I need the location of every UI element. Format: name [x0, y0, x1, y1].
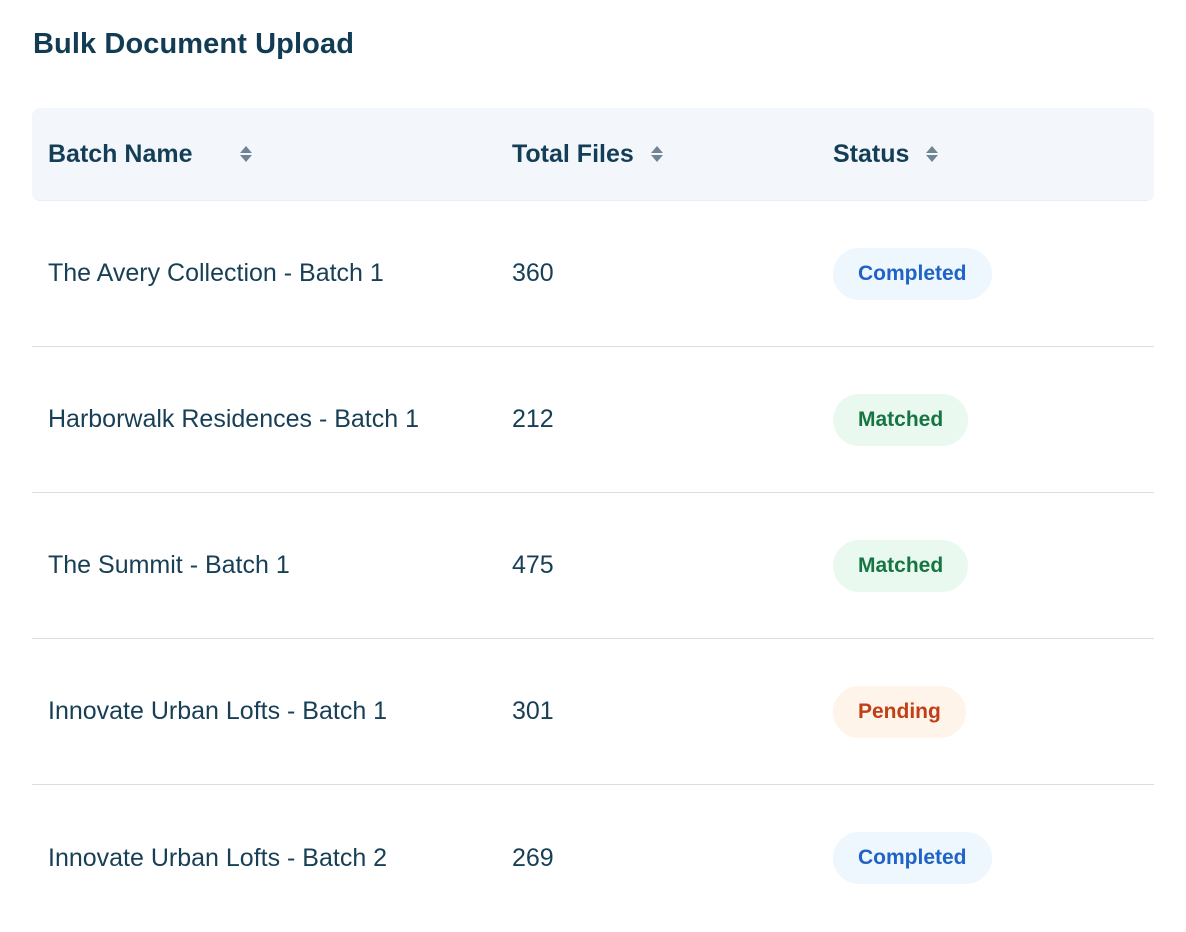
column-header-label: Status [833, 139, 910, 168]
batch-table: Batch Name Total Files Status The Avery … [32, 108, 1154, 931]
table-row[interactable]: The Summit - Batch 1 475 Matched [32, 493, 1154, 639]
table-row[interactable]: Innovate Urban Lofts - Batch 2 269 Compl… [32, 785, 1154, 931]
table-row[interactable]: The Avery Collection - Batch 1 360 Compl… [32, 201, 1154, 347]
column-header-batch-name[interactable]: Batch Name [32, 140, 512, 169]
sort-icon[interactable] [926, 144, 939, 164]
batch-name-cell: Innovate Urban Lofts - Batch 2 [48, 843, 388, 872]
column-header-label: Batch Name [48, 139, 193, 168]
sort-icon[interactable] [650, 144, 663, 164]
sort-icon[interactable] [239, 144, 252, 164]
batch-name-cell: Innovate Urban Lofts - Batch 1 [48, 697, 388, 725]
status-badge: Completed [833, 247, 992, 300]
status-cell: Matched [833, 393, 1154, 446]
column-header-status[interactable]: Status [833, 140, 1154, 169]
batch-name-cell: Harborwalk Residences - Batch 1 [48, 405, 419, 433]
total-files-cell: 475 [512, 551, 554, 579]
status-badge: Matched [833, 539, 969, 592]
table-body: The Avery Collection - Batch 1 360 Compl… [32, 201, 1154, 931]
status-cell: Pending [833, 685, 1154, 738]
total-files-cell: 269 [512, 843, 554, 872]
column-header-total-files[interactable]: Total Files [512, 140, 833, 169]
page-title: Bulk Document Upload [33, 28, 355, 60]
status-badge: Pending [833, 685, 966, 738]
table-row[interactable]: Innovate Urban Lofts - Batch 1 301 Pendi… [32, 639, 1154, 785]
table-header: Batch Name Total Files Status [32, 108, 1154, 201]
batch-name-cell: The Avery Collection - Batch 1 [48, 259, 384, 287]
batch-name-cell: The Summit - Batch 1 [48, 551, 290, 579]
status-badge: Matched [833, 393, 969, 446]
total-files-cell: 301 [512, 697, 554, 725]
status-cell: Completed [833, 247, 1154, 300]
status-badge: Completed [833, 832, 992, 884]
column-header-label: Total Files [512, 139, 634, 168]
status-cell: Matched [833, 539, 1154, 592]
table-row[interactable]: Harborwalk Residences - Batch 1 212 Matc… [32, 347, 1154, 493]
status-cell: Completed [833, 832, 1154, 884]
total-files-cell: 360 [512, 259, 554, 287]
total-files-cell: 212 [512, 405, 554, 433]
bulk-upload-page: Bulk Document Upload Batch Name Total Fi… [0, 0, 1186, 932]
